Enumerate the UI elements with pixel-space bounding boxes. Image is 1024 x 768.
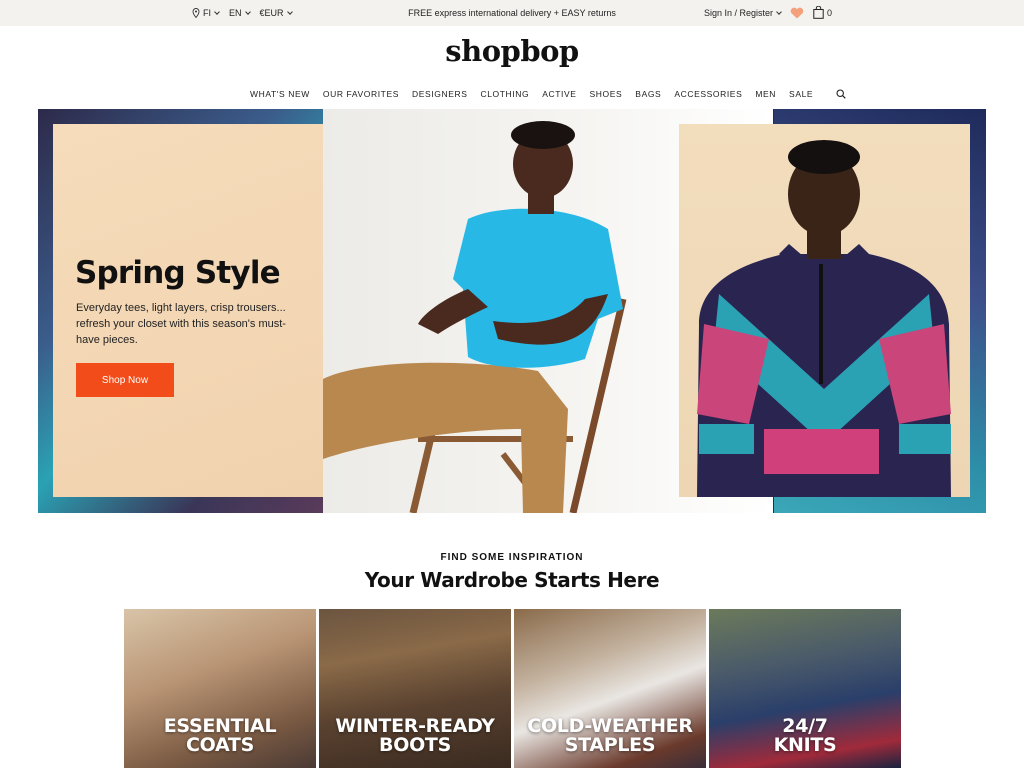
tile-label-line2: BOOTS (379, 734, 451, 756)
hero-banner[interactable]: Spring Style Everyday tees, light layers… (38, 109, 986, 513)
hero-title: Spring Style (75, 255, 281, 291)
tile-essential-coats[interactable]: ESSENTIAL COATS (124, 609, 316, 768)
tile-label-line2: STAPLES (564, 734, 656, 756)
chevron-down-icon (776, 8, 782, 15)
tile-label-line2: KNITS (773, 734, 837, 756)
nav-accessories[interactable]: ACCESSORIES (674, 89, 742, 99)
category-tiles: ESSENTIAL COATS WINTER-READY BOOTS COLD-… (124, 609, 901, 768)
shopping-bag-icon (813, 6, 824, 19)
nav-clothing[interactable]: CLOTHING (480, 89, 529, 99)
shopping-bag-button[interactable]: 0 (813, 6, 832, 19)
tile-label: ESSENTIAL COATS (124, 717, 316, 755)
nav-sale[interactable]: SALE (789, 89, 813, 99)
hero-description: Everyday tees, light layers, crisp trous… (76, 302, 286, 346)
hero-photo-standing-model (679, 124, 970, 497)
account-controls: Sign In / Register 0 (704, 6, 832, 19)
section-title: Your Wardrobe Starts Here (364, 568, 660, 592)
sign-in-register-link[interactable]: Sign In / Register (703, 7, 782, 18)
tile-24-7-knits[interactable]: 24/7 KNITS (709, 609, 901, 768)
nav-bags[interactable]: BAGS (635, 89, 661, 99)
heart-icon[interactable] (790, 7, 804, 19)
nav-our-favorites[interactable]: OUR FAVORITES (323, 89, 399, 99)
shopbop-logo[interactable]: shopbop (0, 34, 1024, 68)
nav-shoes[interactable]: SHOES (590, 89, 623, 99)
nav-whats-new[interactable]: WHAT'S NEW (250, 89, 310, 99)
bag-count: 0 (826, 7, 832, 18)
utility-bar: FI EN €EUR FREE express international de… (0, 0, 1024, 26)
nav-men[interactable]: MEN (755, 89, 776, 99)
section-eyebrow: FIND SOME INSPIRATION (440, 552, 584, 563)
tile-label: WINTER-READY BOOTS (319, 717, 511, 755)
tile-winter-ready-boots[interactable]: WINTER-READY BOOTS (319, 609, 511, 768)
nav-designers[interactable]: DESIGNERS (412, 89, 467, 99)
promo-banner-text[interactable]: FREE express international delivery + EA… (0, 8, 1024, 18)
hero-promo-card: Spring Style Everyday tees, light layers… (53, 124, 323, 497)
tile-label: 24/7 KNITS (709, 717, 901, 755)
standing-model-illustration (697, 140, 951, 497)
tile-cold-weather-staples[interactable]: COLD-WEATHER STAPLES (514, 609, 706, 768)
shop-now-button[interactable]: Shop Now (76, 363, 174, 397)
sign-in-label: Sign In / Register (703, 7, 773, 18)
nav-active[interactable]: ACTIVE (542, 89, 576, 99)
tile-label: COLD-WEATHER STAPLES (514, 717, 706, 755)
main-navigation: WHAT'S NEW OUR FAVORITES DESIGNERS CLOTH… (250, 89, 846, 99)
tile-label-line2: COATS (186, 734, 254, 756)
search-icon[interactable] (836, 89, 846, 99)
